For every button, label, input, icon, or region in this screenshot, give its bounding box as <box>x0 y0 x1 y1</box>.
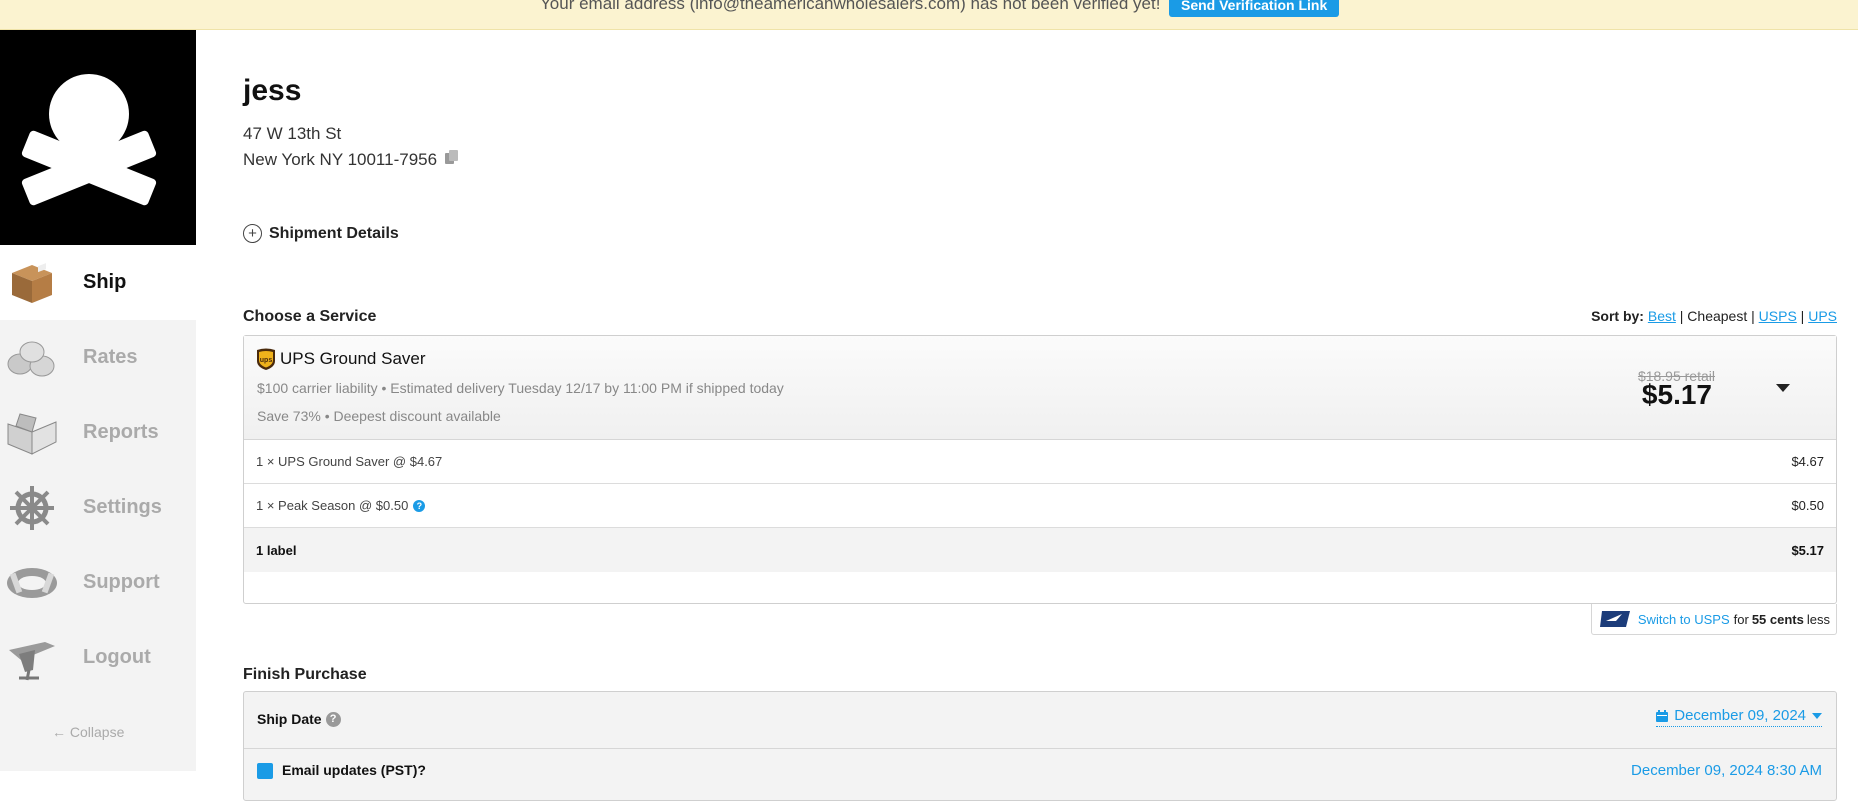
plus-circle-icon: + <box>243 224 262 243</box>
help-icon[interactable]: ? <box>413 500 426 512</box>
sidebar-item-ship[interactable]: Ship <box>0 245 196 320</box>
service-card: ups UPS Ground Saver $100 carrier liabil… <box>243 335 1837 604</box>
sidebar-item-support[interactable]: Support <box>0 545 196 620</box>
recipient-name: jess <box>243 74 302 107</box>
savings-amount: 55 cents <box>1751 611 1804 627</box>
plane-icon <box>4 632 60 684</box>
coins-icon <box>4 332 60 384</box>
address-line2: New York NY 10011-7956 <box>243 149 438 169</box>
book-icon <box>4 407 60 459</box>
arrow-left-icon: ← <box>52 724 66 740</box>
sort-ups-link[interactable]: UPS <box>1808 308 1837 324</box>
selected-service[interactable]: ups UPS Ground Saver $100 carrier liabil… <box>244 336 1836 440</box>
choose-service-title: Choose a Service <box>243 308 377 325</box>
line-item-row: 1 × Peak Season @ $0.50? $0.50 <box>244 484 1836 528</box>
pirate-logo[interactable] <box>0 30 196 245</box>
email-updates-checkbox[interactable] <box>257 763 273 779</box>
sidebar-item-label: Reports <box>83 421 159 443</box>
finish-purchase-card: Ship Date ? December 09, 2024 Email upda… <box>243 691 1837 801</box>
sidebar-item-rates[interactable]: Rates <box>0 320 196 395</box>
sidebar-item-label: Settings <box>83 496 162 518</box>
service-name: UPS Ground Saver <box>280 349 426 368</box>
sidebar-item-label: Support <box>83 571 160 593</box>
address-line2-wrap: New York NY 10011-7956 <box>243 149 460 170</box>
address-line1: 47 W 13th St <box>243 124 342 143</box>
sidebar: Ship Rates Reports Settings Support Logo… <box>0 30 196 771</box>
sidebar-item-reports[interactable]: Reports <box>0 395 196 470</box>
email-updates-label: Email updates (PST)? <box>282 762 426 778</box>
sidebar-item-label: Logout <box>83 646 151 668</box>
usps-eagle-icon <box>1599 609 1630 629</box>
collapse-label: Collapse <box>69 724 125 740</box>
total-row: 1 label $5.17 <box>244 528 1836 572</box>
shipment-details-label: Shipment Details <box>269 224 399 242</box>
copy-icon[interactable] <box>444 149 460 170</box>
switch-to-usps-tab[interactable]: Switch to USPS for 55 cents less <box>1590 604 1837 635</box>
box-icon <box>4 257 60 309</box>
sort-usps-link[interactable]: USPS <box>1759 308 1797 324</box>
sidebar-item-logout[interactable]: Logout <box>0 620 196 695</box>
collapse-button[interactable]: ← Collapse <box>52 724 124 740</box>
ship-date-label: Ship Date <box>257 711 322 727</box>
shipment-details-toggle[interactable]: + Shipment Details <box>243 224 399 243</box>
sort-cheapest-active[interactable]: Cheapest <box>1687 308 1747 324</box>
calendar-icon <box>1656 709 1669 722</box>
verification-banner: Your email address (info@theamericanwhol… <box>0 0 1858 30</box>
help-icon[interactable]: ? <box>325 711 341 727</box>
ship-date-row: Ship Date ? December 09, 2024 <box>244 692 1836 749</box>
banner-message: Your email address (info@theamericanwhol… <box>540 0 1161 13</box>
line-item-label: 1 × UPS Ground Saver @ $4.67 <box>256 454 443 469</box>
line-item-label: 1 × Peak Season @ $0.50 <box>256 498 409 513</box>
svg-text:ups: ups <box>260 357 273 364</box>
finish-purchase-title: Finish Purchase <box>243 666 367 683</box>
sort-by: Sort by: Best | Cheapest | USPS | UPS <box>1591 308 1837 324</box>
ups-logo-icon: ups <box>256 348 276 370</box>
sort-best-link[interactable]: Best <box>1648 308 1676 324</box>
send-verification-button[interactable]: Send Verification Link <box>1169 0 1340 17</box>
ship-date-value: December 09, 2024 <box>1674 707 1806 724</box>
ship-wheel-icon <box>4 482 60 534</box>
skull-crossbones-icon <box>21 74 157 206</box>
service-savings: Save 73% • Deepest discount available <box>257 408 501 424</box>
line-item-row: 1 × UPS Ground Saver @ $4.67 $4.67 <box>244 440 1836 484</box>
sidebar-item-label: Ship <box>83 271 127 293</box>
line-item-amount: $4.67 <box>1791 454 1824 469</box>
ship-date-label-wrap: Ship Date ? <box>257 711 341 727</box>
service-price: $5.17 <box>1641 379 1712 410</box>
ship-date-picker[interactable]: December 09, 2024 <box>1656 707 1822 727</box>
service-details: $100 carrier liability • Estimated deliv… <box>257 380 784 396</box>
life-ring-icon <box>4 557 60 609</box>
chevron-down-icon[interactable] <box>1776 384 1790 392</box>
email-updates-row: Email updates (PST)? December 09, 2024 8… <box>244 749 1836 789</box>
line-item-amount: $0.50 <box>1791 498 1824 513</box>
total-label: 1 label <box>256 542 297 558</box>
sidebar-item-settings[interactable]: Settings <box>0 470 196 545</box>
total-amount: $5.17 <box>1791 542 1824 558</box>
switch-to-usps-link[interactable]: Switch to USPS <box>1638 612 1730 627</box>
sidebar-item-label: Rates <box>83 346 138 368</box>
sort-by-label: Sort by: <box>1591 308 1644 324</box>
caret-down-icon <box>1812 712 1822 719</box>
